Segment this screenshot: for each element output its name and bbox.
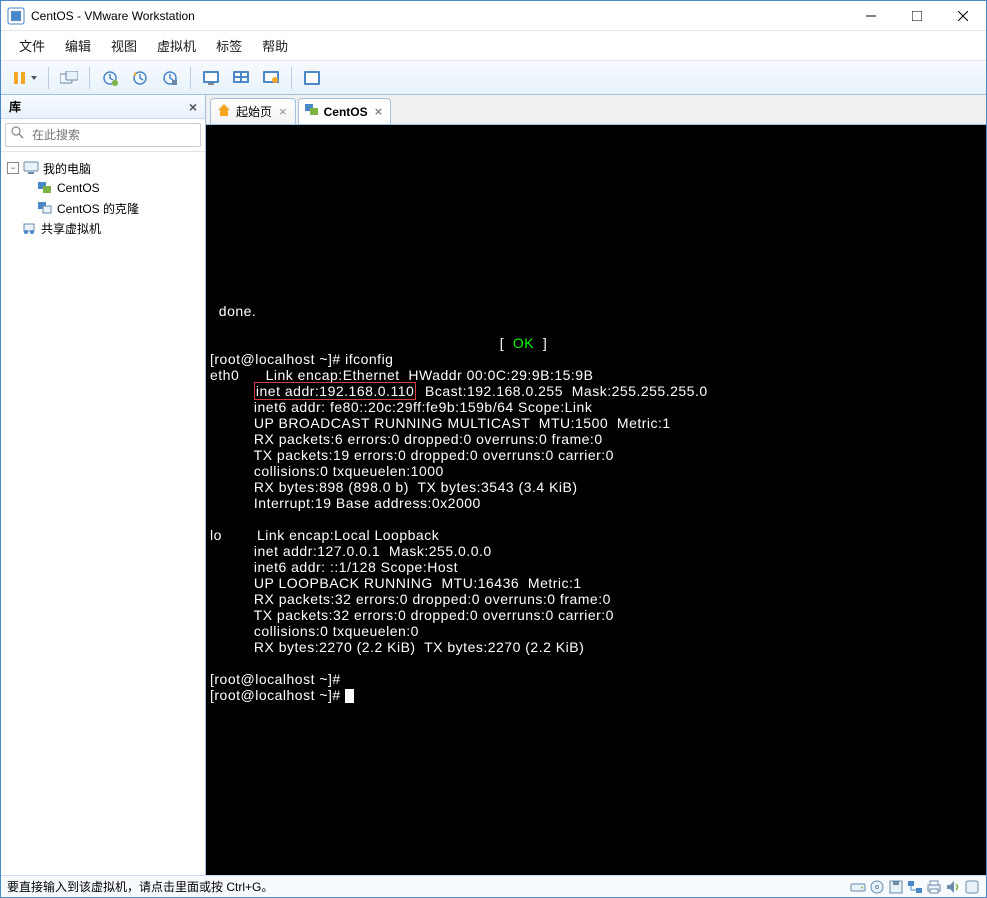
send-ctrl-alt-del-button[interactable] <box>55 65 83 91</box>
manage-snapshots-button[interactable] <box>156 65 184 91</box>
sidebar-close-button[interactable]: × <box>189 99 197 115</box>
network-icon[interactable] <box>907 879 923 895</box>
window-title: CentOS - VMware Workstation <box>31 9 848 23</box>
snapshot-button[interactable] <box>96 65 124 91</box>
vm-icon <box>37 200 53 216</box>
search-icon <box>11 126 24 144</box>
tree-label: CentOS 的克隆 <box>57 200 139 217</box>
tab-bar: 起始页 × CentOS × <box>206 95 986 125</box>
tree-node-centos-clone[interactable]: CentOS 的克隆 <box>1 198 205 218</box>
menu-file[interactable]: 文件 <box>11 32 53 59</box>
thumbnail-view-button[interactable] <box>227 65 255 91</box>
collapse-icon[interactable]: − <box>7 162 19 174</box>
third-view-button[interactable] <box>257 65 285 91</box>
sidebar: 库 × − 我的电脑 CentOS <box>1 95 206 875</box>
shared-icon <box>21 220 37 236</box>
tree-label: 共享虚拟机 <box>41 220 101 237</box>
tree-label: 我的电脑 <box>43 160 91 177</box>
menu-edit[interactable]: 编辑 <box>57 32 99 59</box>
main-area: 起始页 × CentOS × done. [ OK ] [root@lo <box>206 95 986 875</box>
tree-node-shared[interactable]: 共享虚拟机 <box>1 218 205 238</box>
menu-help[interactable]: 帮助 <box>254 32 296 59</box>
chevron-down-icon <box>31 76 37 80</box>
title-bar: CentOS - VMware Workstation <box>1 1 986 31</box>
status-bar: 要直接输入到该虚拟机，请点击里面或按 Ctrl+G。 <box>1 875 986 897</box>
show-console-button[interactable] <box>197 65 225 91</box>
printer-icon[interactable] <box>926 879 942 895</box>
sound-icon[interactable] <box>945 879 961 895</box>
tab-home[interactable]: 起始页 × <box>210 98 296 124</box>
tab-centos[interactable]: CentOS × <box>298 98 392 124</box>
vm-icon <box>305 104 319 119</box>
app-icon <box>7 7 25 25</box>
menu-view[interactable]: 视图 <box>103 32 145 59</box>
sidebar-header: 库 × <box>1 95 205 119</box>
revert-snapshot-button[interactable] <box>126 65 154 91</box>
tree-label: CentOS <box>57 181 100 195</box>
fullscreen-button[interactable] <box>298 65 326 91</box>
tab-label: 起始页 <box>236 103 272 120</box>
tab-label: CentOS <box>324 105 368 119</box>
computer-icon <box>23 160 39 176</box>
maximize-button[interactable] <box>894 1 940 30</box>
tree-node-mycomputer[interactable]: − 我的电脑 <box>1 158 205 178</box>
cd-icon[interactable] <box>869 879 885 895</box>
toolbar <box>1 61 986 95</box>
tab-close-button[interactable]: × <box>373 104 385 119</box>
menu-vm[interactable]: 虚拟机 <box>149 32 204 59</box>
floppy-icon[interactable] <box>888 879 904 895</box>
message-icon[interactable] <box>964 879 980 895</box>
vm-icon <box>37 180 53 196</box>
close-button[interactable] <box>940 1 986 30</box>
menu-bar: 文件 编辑 视图 虚拟机 标签 帮助 <box>1 31 986 61</box>
status-text: 要直接输入到该虚拟机，请点击里面或按 Ctrl+G。 <box>7 878 273 895</box>
status-device-icons <box>850 879 980 895</box>
power-button[interactable] <box>7 65 42 91</box>
hdd-icon[interactable] <box>850 879 866 895</box>
vm-console[interactable]: done. [ OK ] [root@localhost ~]# ifconfi… <box>206 125 986 875</box>
home-icon <box>217 103 231 120</box>
sidebar-title: 库 <box>9 98 21 115</box>
tab-close-button[interactable]: × <box>277 104 289 119</box>
menu-tabs[interactable]: 标签 <box>208 32 250 59</box>
library-tree: − 我的电脑 CentOS CentOS 的克隆 共享虚拟 <box>1 152 205 875</box>
tree-node-centos[interactable]: CentOS <box>1 178 205 198</box>
minimize-button[interactable] <box>848 1 894 30</box>
search-input[interactable] <box>5 123 201 147</box>
